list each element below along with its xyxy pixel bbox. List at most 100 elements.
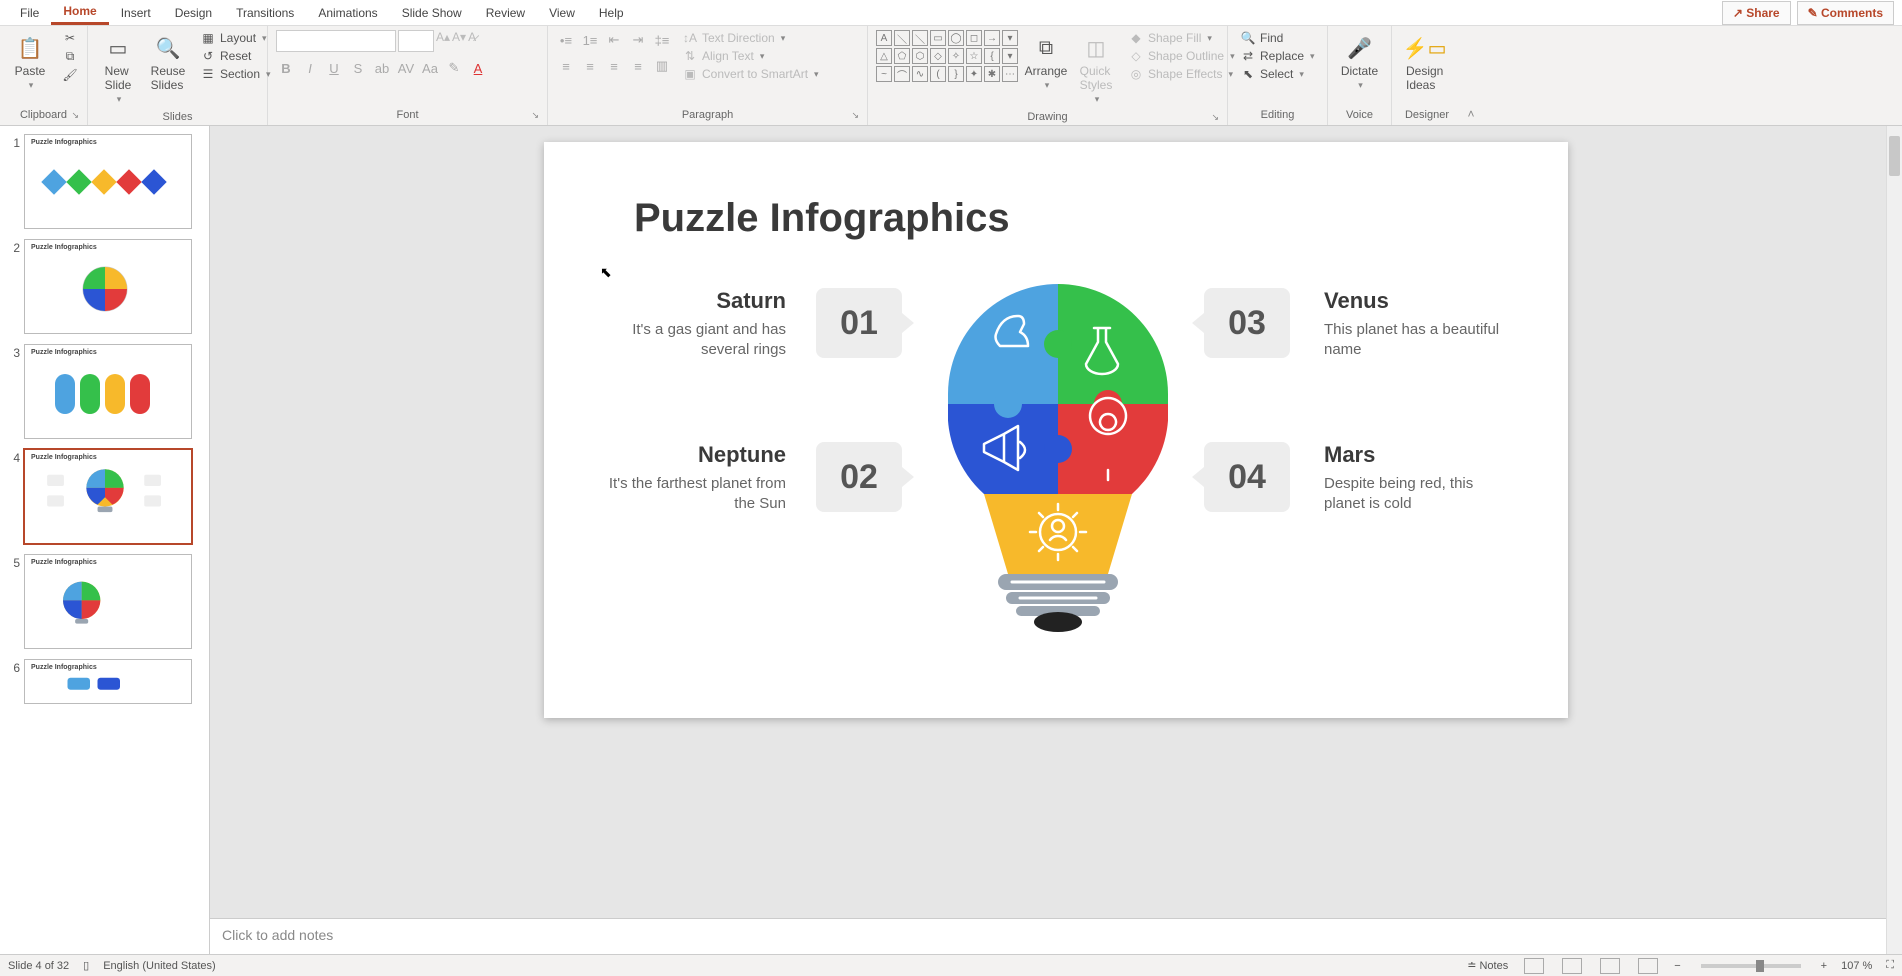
shape-outline-button[interactable]: ◇Shape Outline▾: [1124, 48, 1239, 64]
vertical-scrollbar[interactable]: [1886, 126, 1902, 954]
shape-fill-button[interactable]: ◆Shape Fill▾: [1124, 30, 1239, 46]
zoom-out-button[interactable]: −: [1674, 960, 1680, 972]
slide-thumbnail-5[interactable]: Puzzle Infographics: [24, 554, 192, 649]
font-name-input[interactable]: [276, 30, 396, 52]
comments-button[interactable]: ✎ Comments: [1797, 1, 1894, 25]
convert-smartart-button[interactable]: ▣Convert to SmartArt▾: [678, 66, 823, 82]
slide-thumbnail-2[interactable]: Puzzle Infographics: [24, 239, 192, 334]
numbering-button[interactable]: 1≡: [580, 30, 600, 50]
new-slide-button[interactable]: ▭ New Slide▾: [96, 30, 140, 109]
lightbulb-puzzle-graphic[interactable]: [948, 284, 1168, 654]
slide-thumbnail-6[interactable]: Puzzle Infographics: [24, 659, 192, 704]
badge-04[interactable]: 04: [1204, 442, 1290, 512]
tab-view[interactable]: View: [537, 2, 587, 24]
reset-button[interactable]: ↺Reset: [196, 48, 275, 64]
paste-button[interactable]: 📋 Paste▾: [8, 30, 52, 95]
zoom-level[interactable]: 107 %: [1841, 960, 1872, 972]
info-mars[interactable]: Mars Despite being red, this planet is c…: [1324, 442, 1514, 515]
current-slide[interactable]: Puzzle Infographics Saturn It's a gas gi…: [544, 142, 1568, 718]
shape-effects-button[interactable]: ◎Shape Effects▾: [1124, 66, 1239, 82]
decrease-indent-button[interactable]: ⇤: [604, 30, 624, 50]
reuse-slides-button[interactable]: 🔍 Reuse Slides: [146, 30, 190, 96]
scrollbar-thumb[interactable]: [1889, 136, 1900, 176]
tab-review[interactable]: Review: [474, 2, 537, 24]
slide-thumbnail-4[interactable]: Puzzle Infographics: [24, 449, 192, 544]
strike-button[interactable]: S: [348, 58, 368, 78]
decrease-font-icon[interactable]: A▾: [452, 30, 466, 52]
increase-indent-button[interactable]: ⇥: [628, 30, 648, 50]
drawing-launcher-icon[interactable]: ↘: [1211, 112, 1219, 123]
slide-thumbnails-panel[interactable]: 1 Puzzle Infographics 2 Puzzle Infograph…: [0, 126, 210, 954]
shadow-button[interactable]: ab: [372, 58, 392, 78]
info-neptune[interactable]: Neptune It's the farthest planet from th…: [596, 442, 786, 515]
tab-animations[interactable]: Animations: [306, 2, 389, 24]
justify-button[interactable]: ≡: [628, 56, 648, 76]
sorter-view-button[interactable]: [1562, 958, 1582, 974]
slide-editor[interactable]: Puzzle Infographics Saturn It's a gas gi…: [210, 126, 1902, 954]
slide-title[interactable]: Puzzle Infographics: [634, 196, 1010, 241]
shape-textbox-icon[interactable]: A: [876, 30, 892, 46]
shapes-gallery[interactable]: A＼＼▭◯◻→▾ △⬠⬡◇✧☆{▾ ~⌒∿(}✦✱⋯: [876, 30, 1018, 82]
reading-view-button[interactable]: [1600, 958, 1620, 974]
tab-insert[interactable]: Insert: [109, 2, 163, 24]
tab-file[interactable]: File: [8, 2, 51, 24]
line-spacing-button[interactable]: ‡≡: [652, 30, 672, 50]
copy-button[interactable]: ⧉: [58, 48, 82, 65]
notes-pane[interactable]: Click to add notes: [210, 918, 1902, 954]
paragraph-launcher-icon[interactable]: ↘: [851, 110, 859, 121]
align-text-button[interactable]: ⇅Align Text▾: [678, 48, 823, 64]
layout-button[interactable]: ▦Layout▾: [196, 30, 275, 46]
language-status[interactable]: English (United States): [103, 960, 216, 972]
tab-home[interactable]: Home: [51, 0, 108, 25]
select-button[interactable]: ⬉Select▾: [1236, 66, 1319, 82]
format-painter-button[interactable]: 🖌: [58, 67, 82, 83]
info-saturn[interactable]: Saturn It's a gas giant and has several …: [596, 288, 786, 361]
font-color-button[interactable]: A: [468, 58, 488, 78]
find-button[interactable]: 🔍Find: [1236, 30, 1319, 46]
char-spacing-button[interactable]: AV: [396, 58, 416, 78]
slide-thumbnail-1[interactable]: Puzzle Infographics: [24, 134, 192, 229]
slide-thumbnail-3[interactable]: Puzzle Infographics: [24, 344, 192, 439]
tab-slideshow[interactable]: Slide Show: [390, 2, 474, 24]
normal-view-button[interactable]: [1524, 958, 1544, 974]
clear-format-icon[interactable]: A̷: [468, 30, 476, 52]
columns-button[interactable]: ▥: [652, 56, 672, 76]
shapes-more-icon[interactable]: ⋯: [1002, 66, 1018, 82]
align-right-button[interactable]: ≡: [604, 56, 624, 76]
replace-button[interactable]: ⇄Replace▾: [1236, 48, 1319, 64]
change-case-button[interactable]: Aa: [420, 58, 440, 78]
badge-02[interactable]: 02: [816, 442, 902, 512]
tab-transitions[interactable]: Transitions: [224, 2, 306, 24]
accessibility-icon[interactable]: ▯: [83, 959, 89, 972]
collapse-ribbon-icon[interactable]: ˄: [1467, 107, 1474, 121]
italic-button[interactable]: I: [300, 58, 320, 78]
tab-help[interactable]: Help: [587, 2, 636, 24]
highlight-button[interactable]: ✎: [444, 58, 464, 78]
clipboard-launcher-icon[interactable]: ↘: [71, 110, 79, 121]
zoom-slider[interactable]: [1701, 964, 1801, 968]
badge-03[interactable]: 03: [1204, 288, 1290, 358]
tab-design[interactable]: Design: [163, 2, 224, 24]
info-venus[interactable]: Venus This planet has a beautiful name: [1324, 288, 1514, 361]
badge-01[interactable]: 01: [816, 288, 902, 358]
underline-button[interactable]: U: [324, 58, 344, 78]
font-size-input[interactable]: [398, 30, 434, 52]
design-ideas-button[interactable]: ⚡▭ Design Ideas: [1400, 30, 1449, 96]
quick-styles-button[interactable]: ◫ Quick Styles▾: [1074, 30, 1118, 109]
arrange-button[interactable]: ⧉ Arrange▾: [1024, 30, 1068, 95]
text-direction-button[interactable]: ↕AText Direction▾: [678, 30, 823, 46]
share-button[interactable]: ↗ Share: [1722, 1, 1791, 25]
increase-font-icon[interactable]: A▴: [436, 30, 450, 52]
align-left-button[interactable]: ≡: [556, 56, 576, 76]
dictate-button[interactable]: 🎤 Dictate▾: [1336, 30, 1383, 95]
font-launcher-icon[interactable]: ↘: [531, 110, 539, 121]
notes-toggle[interactable]: ≐ Notes: [1467, 959, 1508, 972]
align-center-button[interactable]: ≡: [580, 56, 600, 76]
cut-button[interactable]: ✂: [58, 30, 82, 46]
bullets-button[interactable]: •≡: [556, 30, 576, 50]
zoom-in-button[interactable]: +: [1821, 960, 1827, 972]
slideshow-view-button[interactable]: [1638, 958, 1658, 974]
fit-to-window-button[interactable]: ⛶: [1886, 959, 1894, 972]
bold-button[interactable]: B: [276, 58, 296, 78]
section-button[interactable]: ☰Section▾: [196, 66, 275, 82]
